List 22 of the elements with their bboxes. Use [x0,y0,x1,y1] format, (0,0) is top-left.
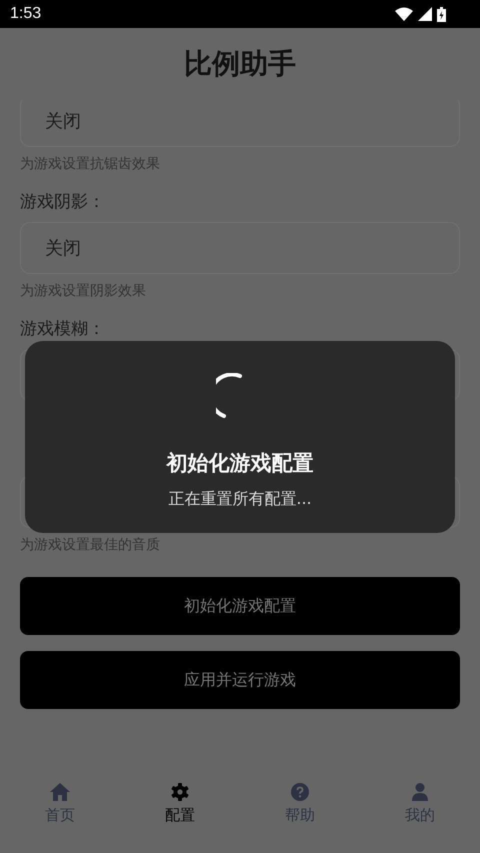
user-icon [412,783,428,801]
nav-tab[interactable]: 帮助 [260,783,340,825]
nav-tab[interactable]: 我的 [380,783,460,825]
select-field[interactable]: 关闭 [20,222,460,274]
signal-icon [418,7,432,21]
dialog-message: 正在重置所有配置... [168,489,312,510]
status-time: 1:53 [10,5,42,23]
nav-tab[interactable]: 配置 [140,783,220,825]
dialog-title: 初始化游戏配置 [166,450,314,477]
loading-spinner-icon [216,373,244,419]
battery-icon [437,6,446,22]
wifi-icon [395,7,413,21]
action-button[interactable]: 应用并运行游戏 [20,651,460,709]
select-field[interactable]: 关闭 [20,100,460,147]
nav-tab[interactable]: 首页 [20,783,100,825]
setting-label: 游戏模糊： [20,318,105,339]
action-button[interactable]: 初始化游戏配置 [20,577,460,635]
page-title: 比例助手 [184,46,296,82]
help-icon [291,783,309,801]
setting-label: 游戏阴影： [20,191,105,212]
home-icon [50,783,70,801]
settings-icon [171,783,189,801]
